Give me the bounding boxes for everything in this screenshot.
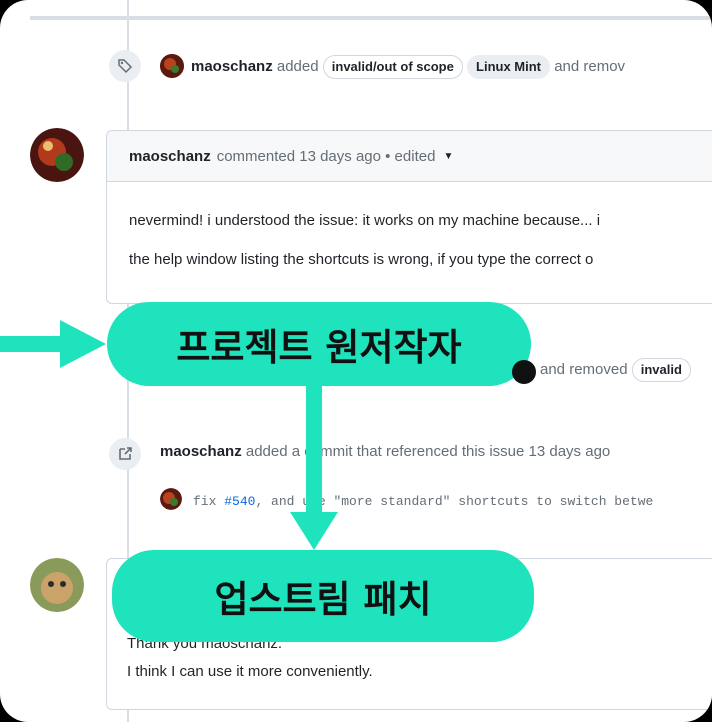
callout-original-author: 프로젝트 원저작자 [107, 302, 531, 386]
avatar[interactable] [512, 360, 536, 384]
issue-timeline: maoschanz added invalid/out of scope Lin… [0, 0, 712, 722]
callout-upstream-patch: 업스트림 패치 [112, 550, 534, 642]
